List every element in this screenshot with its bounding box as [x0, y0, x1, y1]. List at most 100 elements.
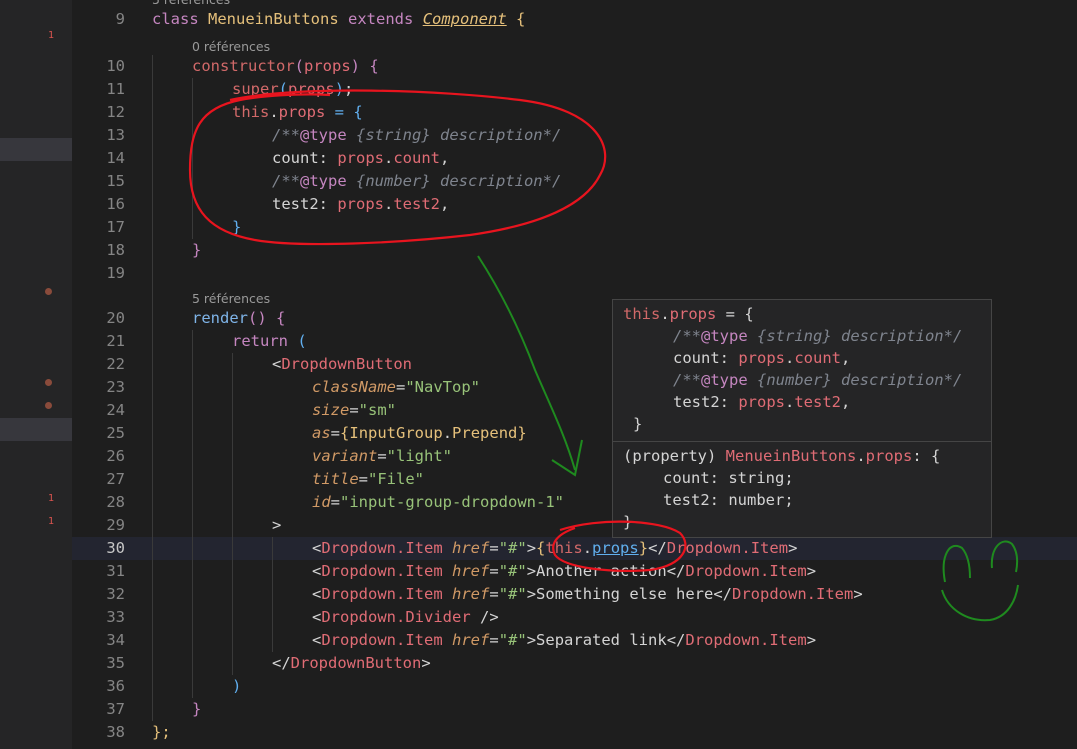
line-number: 10 [106, 57, 125, 75]
code-text: <Dropdown.Item href="#">Something else h… [312, 585, 863, 603]
codelens-references[interactable]: 5 références [192, 290, 270, 308]
indent-guide [232, 353, 233, 675]
line-number: 18 [106, 241, 125, 259]
code-text: return ( [232, 332, 307, 350]
gutter-highlight [0, 418, 72, 441]
line-number: 11 [106, 80, 125, 98]
code-text: test2: props.test2, [272, 195, 450, 213]
code-line[interactable]: 19 [72, 262, 1077, 285]
gutter-highlight [0, 138, 72, 161]
hover-signature: (property) MenueinButtons.props: { [623, 447, 941, 465]
code-line[interactable]: 16 test2: props.test2, [72, 193, 1077, 216]
code-text: as={InputGroup.Prepend} [312, 424, 527, 442]
line-number: 30 [106, 539, 125, 557]
hover-code-line: /**@type {number} description*/ [673, 371, 963, 389]
code-line[interactable]: 32 <Dropdown.Item href="#">Something else… [72, 583, 1077, 606]
code-text: id="input-group-dropdown-1" [312, 493, 564, 511]
gutter-strip [0, 0, 72, 749]
code-line[interactable]: 37} [72, 698, 1077, 721]
line-number: 29 [106, 516, 125, 534]
code-text: title="File" [312, 470, 425, 488]
hover-code-line: } [633, 415, 643, 433]
line-number: 23 [106, 378, 125, 396]
line-number: 38 [106, 723, 125, 741]
code-text: <Dropdown.Divider /> [312, 608, 499, 626]
gutter-breakpoint-dot[interactable] [45, 288, 52, 295]
line-number: 28 [106, 493, 125, 511]
code-line[interactable]: 12 this.props = { [72, 101, 1077, 124]
code-text: ) [232, 677, 242, 695]
line-number: 14 [106, 149, 125, 167]
hover-member: count: string; [663, 469, 794, 487]
code-text: <Dropdown.Item href="#">Separated link</… [312, 631, 817, 649]
line-number: 19 [106, 264, 125, 282]
code-text: size="sm" [312, 401, 396, 419]
gutter-breakpoint-dot[interactable] [45, 402, 52, 409]
hover-separator [613, 441, 991, 442]
line-number: 9 [115, 10, 125, 28]
code-text: className="NavTop" [312, 378, 480, 396]
code-text: count: props.count, [272, 149, 450, 167]
line-number: 15 [106, 172, 125, 190]
line-number: 22 [106, 355, 125, 373]
code-line[interactable]: 34 <Dropdown.Item href="#">Separated link… [72, 629, 1077, 652]
code-text: super(props); [232, 80, 354, 98]
gutter-error-marker[interactable]: 1 [48, 516, 54, 527]
indent-guide [272, 537, 273, 652]
code-text: } [192, 700, 202, 718]
hovered-symbol: props [592, 539, 639, 557]
line-number: 36 [106, 677, 125, 695]
line-number: 32 [106, 585, 125, 603]
code-text: } [192, 241, 202, 259]
code-line[interactable]: 17} [72, 216, 1077, 239]
line-number: 13 [106, 126, 125, 144]
hover-tooltip: this.props = { /**@type {string} descrip… [612, 299, 992, 538]
code-text: /**@type {string} description*/ [272, 126, 562, 144]
code-text: <Dropdown.Item href="#">Another action</… [312, 562, 817, 580]
line-number: 35 [106, 654, 125, 672]
hover-signature-close: } [623, 513, 633, 531]
line-number: 24 [106, 401, 125, 419]
code-text: render() { [192, 309, 286, 327]
line-number: 26 [106, 447, 125, 465]
code-text: > [272, 516, 282, 534]
code-text: variant="light" [312, 447, 452, 465]
code-line-current[interactable]: 30 <Dropdown.Item href="#">{this.props}</… [72, 537, 1077, 560]
codelens-references[interactable]: 0 références [192, 38, 270, 56]
gutter-error-marker[interactable]: 1 [48, 493, 54, 504]
code-line[interactable]: 35 </DropdownButton> [72, 652, 1077, 675]
line-number: 25 [106, 424, 125, 442]
code-line[interactable]: 11 super(props); [72, 78, 1077, 101]
code-line[interactable]: 31 <Dropdown.Item href="#">Another action… [72, 560, 1077, 583]
line-number: 33 [106, 608, 125, 626]
line-number: 27 [106, 470, 125, 488]
code-text: }; [152, 723, 171, 741]
code-line[interactable]: 13 /**@type {string} description*/ [72, 124, 1077, 147]
code-line[interactable]: 9 class MenueinButtons extends Component … [72, 8, 1077, 31]
code-line[interactable]: 36) [72, 675, 1077, 698]
line-number: 12 [106, 103, 125, 121]
code-line[interactable]: 18} [72, 239, 1077, 262]
gutter-breakpoint-dot[interactable] [45, 379, 52, 386]
code-text: class MenueinButtons extends Component { [152, 10, 526, 28]
hover-member: test2: number; [663, 491, 794, 509]
code-line[interactable]: 38}; [72, 721, 1077, 744]
code-line[interactable]: 10 constructor(props) { [72, 55, 1077, 78]
indent-guide [192, 78, 193, 239]
gutter-error-marker[interactable]: 1 [48, 30, 54, 41]
code-text: constructor(props) { [192, 57, 379, 75]
line-number: 37 [106, 700, 125, 718]
hover-code-line: this.props = { [623, 305, 754, 323]
code-text: } [232, 218, 242, 236]
line-number: 21 [106, 332, 125, 350]
line-number: 16 [106, 195, 125, 213]
code-line[interactable]: 33 <Dropdown.Divider /> [72, 606, 1077, 629]
line-number: 34 [106, 631, 125, 649]
indent-guide [152, 55, 153, 721]
code-line[interactable]: 14 count: props.count, [72, 147, 1077, 170]
code-text: this.props = { [232, 103, 363, 121]
code-text: /**@type {number} description*/ [272, 172, 562, 190]
code-line[interactable]: 15 /**@type {number} description*/ [72, 170, 1077, 193]
hover-code-line: test2: props.test2, [673, 393, 851, 411]
code-text: </DropdownButton> [272, 654, 431, 672]
